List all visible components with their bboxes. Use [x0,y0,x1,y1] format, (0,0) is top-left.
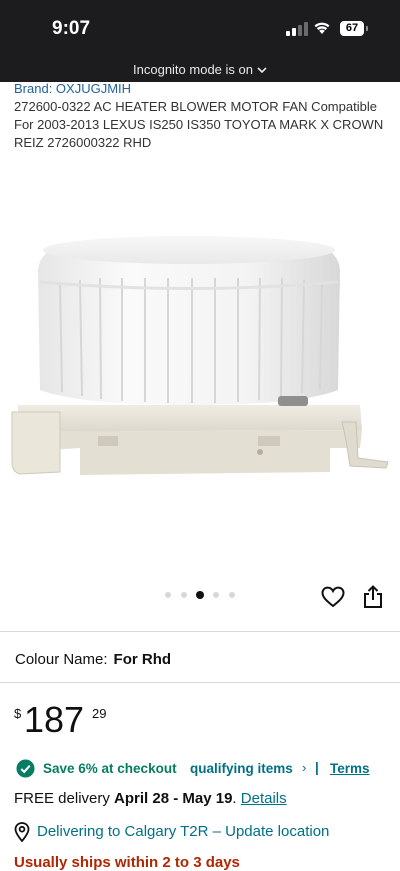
delivery-period: . [232,790,237,807]
share-icon[interactable] [363,585,383,609]
terms-link[interactable]: Terms [330,761,370,776]
separator: | [315,760,319,775]
colour-label: Colour Name: [15,651,108,668]
colour-selection[interactable]: Colour Name: For Rhd [15,651,171,668]
location-text[interactable]: Delivering to Calgary T2R – Update locat… [37,823,329,840]
status-bar: 9:07 67 Incognito mode is on [0,0,400,82]
price-whole: 187 [24,699,85,740]
details-link[interactable]: Details [241,790,287,807]
chevron-right-icon: › [302,760,307,775]
carousel-dot[interactable] [213,592,219,598]
delivery-dates: April 28 - May 19 [114,790,233,807]
carousel-dot[interactable] [181,592,187,598]
blower-motor-image[interactable] [0,200,400,570]
battery-level: 67 [340,21,364,36]
carousel-dot[interactable] [165,592,171,598]
carousel-dot[interactable] [229,592,235,598]
incognito-label: Incognito mode is on [133,62,253,77]
check-circle-icon [16,759,35,778]
brand-link[interactable]: Brand: OXJUGJMIH [14,81,131,96]
cellular-signal-icon [286,22,308,36]
divider [0,631,400,632]
incognito-banner[interactable]: Incognito mode is on [0,62,400,77]
delivery-prefix: FREE delivery [14,790,110,807]
delivery-info: FREE delivery April 28 - May 19. Details [14,790,287,807]
battery-icon [366,26,368,31]
chevron-down-icon [257,67,267,74]
clock-time: 9:07 [52,18,91,39]
location-pin-icon [14,822,30,842]
qualifying-items-link[interactable]: qualifying items [190,761,293,776]
price-currency: $ [14,706,22,721]
save-percent-text: Save 6% at checkout [43,761,177,776]
price-fraction: 29 [92,706,107,721]
shipping-estimate: Usually ships within 2 to 3 days [14,854,240,871]
wifi-icon [314,22,330,34]
colour-value: For Rhd [113,651,172,668]
product-title: 272600-0322 AC HEATER BLOWER MOTOR FAN C… [14,99,384,150]
divider [0,682,400,683]
heart-icon[interactable] [321,586,345,608]
carousel-dot-active[interactable] [196,591,204,599]
